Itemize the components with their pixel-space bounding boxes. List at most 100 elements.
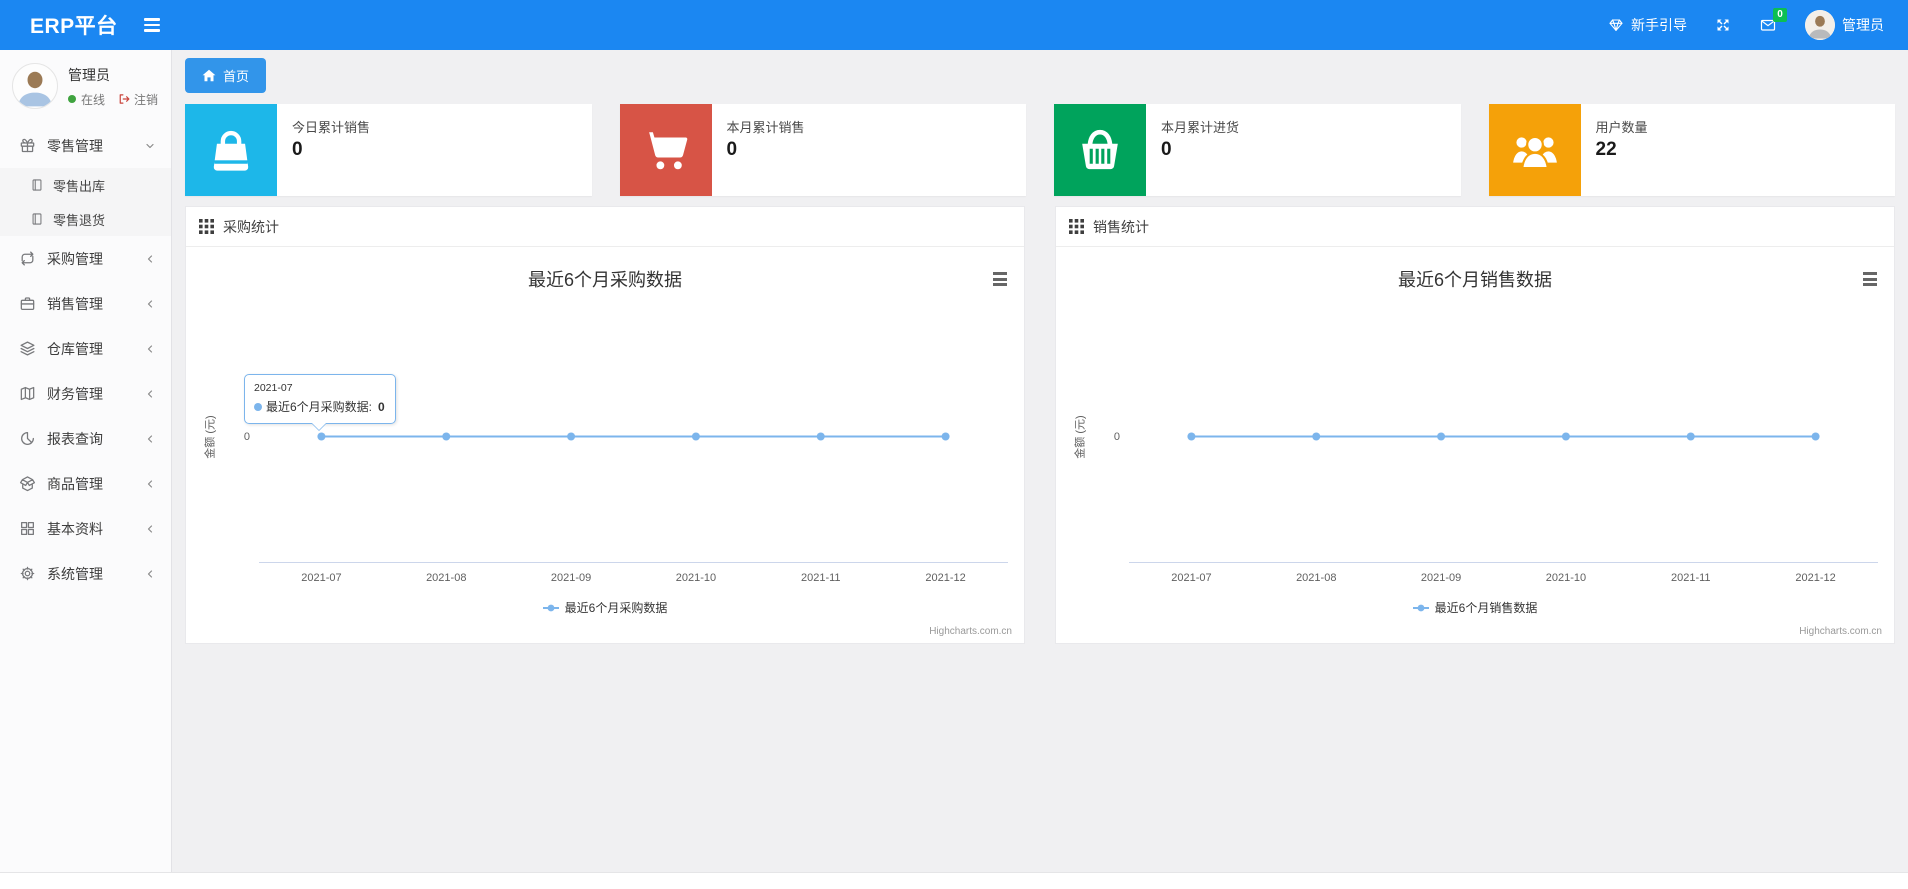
data-point-marker[interactable] (941, 432, 950, 441)
chevron-left-icon (147, 344, 153, 353)
tab-strip: 首页 (172, 50, 1908, 94)
chevron-left-icon (147, 254, 153, 263)
messages-button[interactable]: 0 (1759, 8, 1787, 33)
data-point-marker[interactable] (1187, 432, 1196, 441)
x-axis-label: 2021-12 (925, 572, 966, 584)
guide-label: 新手引导 (1631, 17, 1687, 33)
highcharts-credit[interactable]: Highcharts.com.cn (1799, 626, 1882, 637)
x-axis-label: 2021-12 (1795, 572, 1836, 584)
x-axis-label: 2021-08 (426, 572, 467, 584)
stat-card-month-purchase: 本月累计进货 0 (1054, 104, 1461, 196)
guide-link[interactable]: 新手引导 (1608, 15, 1687, 35)
tooltip-series-label: 最近6个月采购数据: (266, 400, 373, 414)
online-status-dot (68, 95, 76, 103)
series-legend[interactable]: 最近6个月采购数据 (186, 599, 1024, 616)
chevron-left-icon (147, 479, 153, 488)
sidebar-item-label: 财务管理 (47, 385, 103, 402)
chart-panels-row: 采购统计 最近6个月采购数据 金额 (元) 0 2021-07 2021-08 20… (185, 206, 1895, 644)
data-point-marker[interactable] (816, 432, 825, 441)
sidebar-item-goods-mgmt[interactable]: 商品管理 (0, 461, 171, 506)
sales-chart: 最近6个月销售数据 金额 (元) 0 2021-07 2021-08 2021-09… (1056, 247, 1894, 643)
stat-card-today-sales: 今日累计销售 0 (185, 104, 592, 196)
shopping-cart-icon (619, 104, 712, 196)
purchase-chart: 最近6个月采购数据 金额 (元) 0 2021-07 2021-08 2021-09… (186, 247, 1024, 643)
sidebar-item-purchase-mgmt[interactable]: 采购管理 (0, 236, 171, 281)
user-menu[interactable]: 管理员 (1805, 10, 1884, 40)
sidebar-item-basic-data[interactable]: 基本资料 (0, 506, 171, 551)
sidebar-item-label: 基本资料 (47, 520, 103, 537)
sidebar-item-label: 商品管理 (47, 475, 103, 492)
chevron-left-icon (147, 299, 153, 308)
sidebar-item-finance-mgmt[interactable]: 财务管理 (0, 371, 171, 416)
data-point-marker[interactable] (1561, 432, 1570, 441)
sidebar-toggle-button[interactable] (143, 18, 160, 32)
gem-icon (1609, 19, 1623, 31)
sidebar-subitem-retail-return[interactable]: 零售退货 (0, 202, 171, 236)
top-navbar: ERP平台 新手引导 0 管理员 (0, 0, 1908, 50)
legend-marker (542, 604, 559, 611)
x-axis-label: 2021-08 (1296, 572, 1337, 584)
plot-area[interactable]: 0 (244, 311, 1008, 563)
series-legend[interactable]: 最近6个月销售数据 (1056, 599, 1894, 616)
chevron-left-icon (147, 389, 153, 398)
sidebar-subitem-label: 零售出库 (53, 178, 106, 194)
sidebar-item-label: 零售管理 (47, 137, 103, 154)
plot-area[interactable]: 0 (1114, 311, 1878, 563)
layers-icon (20, 341, 35, 356)
x-axis-labels: 2021-07 2021-08 2021-09 2021-10 2021-11 2021-… (1129, 572, 1878, 586)
data-point-marker[interactable] (1686, 432, 1695, 441)
panel-title: 采购统计 (223, 218, 279, 235)
fullscreen-button[interactable] (1715, 17, 1731, 33)
data-point-marker[interactable] (567, 432, 576, 441)
sidebar-menu: 零售管理 零售出库 零售退货 采购管理 销售管理 仓库管理 财务管理 报表查询 … (0, 123, 171, 596)
sidebar-item-report-query[interactable]: 报表查询 (0, 416, 171, 461)
chevron-left-icon (147, 434, 153, 443)
sidebar-item-label: 采购管理 (47, 250, 103, 267)
sidebar-item-sales-mgmt[interactable]: 销售管理 (0, 281, 171, 326)
data-point-marker[interactable] (317, 432, 326, 441)
data-point-marker[interactable] (1437, 432, 1446, 441)
gift-icon (20, 138, 35, 153)
logout-button[interactable]: 注销 (118, 91, 158, 108)
stat-cards-row: 今日累计销售 0 本月累计销售 0 本月累计进货 0 用户数量 22 (185, 104, 1895, 196)
sidebar-item-label: 销售管理 (47, 295, 103, 312)
data-point-marker[interactable] (691, 432, 700, 441)
x-axis-labels: 2021-07 2021-08 2021-09 2021-10 2021-11 2021-… (259, 572, 1008, 586)
stat-card-title: 本月累计销售 (726, 120, 805, 135)
th-grid-icon (1069, 219, 1084, 234)
legend-label: 最近6个月采购数据 (564, 601, 668, 615)
data-point-marker[interactable] (1312, 432, 1321, 441)
sidebar-subitem-label: 零售退货 (53, 212, 106, 228)
footer (0, 872, 1908, 889)
mail-count-badge: 0 (1773, 8, 1787, 22)
app-logo: ERP平台 (30, 15, 118, 38)
data-point-marker[interactable] (442, 432, 451, 441)
chart-context-menu-button[interactable] (990, 269, 1010, 289)
chevron-left-icon (147, 524, 153, 533)
box-icon (19, 476, 36, 492)
shopping-basket-icon (1054, 104, 1146, 196)
sidebar-item-system-mgmt[interactable]: 系统管理 (0, 551, 171, 596)
stat-card-title: 本月累计进货 (1161, 120, 1240, 135)
sidebar-subitem-retail-outbound[interactable]: 零售出库 (0, 168, 171, 202)
avatar (12, 63, 58, 109)
x-axis-label: 2021-11 (800, 572, 841, 584)
grid-4-icon (21, 522, 34, 535)
data-point-marker[interactable] (1811, 432, 1820, 441)
chart-title: 最近6个月采购数据 (527, 270, 682, 290)
stat-card-value: 0 (726, 139, 738, 160)
x-axis-label: 2021-11 (1670, 572, 1711, 584)
sidebar-item-retail-mgmt[interactable]: 零售管理 (0, 123, 171, 168)
logout-label: 注销 (134, 92, 159, 107)
chart-context-menu-button[interactable] (1860, 269, 1880, 289)
sidebar-item-label: 仓库管理 (47, 340, 103, 357)
highcharts-credit[interactable]: Highcharts.com.cn (929, 626, 1012, 637)
sidebar-item-warehouse-mgmt[interactable]: 仓库管理 (0, 326, 171, 371)
tab-home[interactable]: 首页 (185, 58, 267, 93)
x-axis-label: 2021-07 (1171, 572, 1212, 584)
main-content: 首页 今日累计销售 0 本月累计销售 0 本月累计进货 0 用户数量 22 采购… (172, 0, 1908, 889)
y-axis-tick: 0 (243, 430, 250, 443)
map-book-icon (20, 386, 35, 401)
sidebar-item-label: 系统管理 (47, 565, 103, 582)
stat-card-value: 22 (1595, 139, 1617, 160)
